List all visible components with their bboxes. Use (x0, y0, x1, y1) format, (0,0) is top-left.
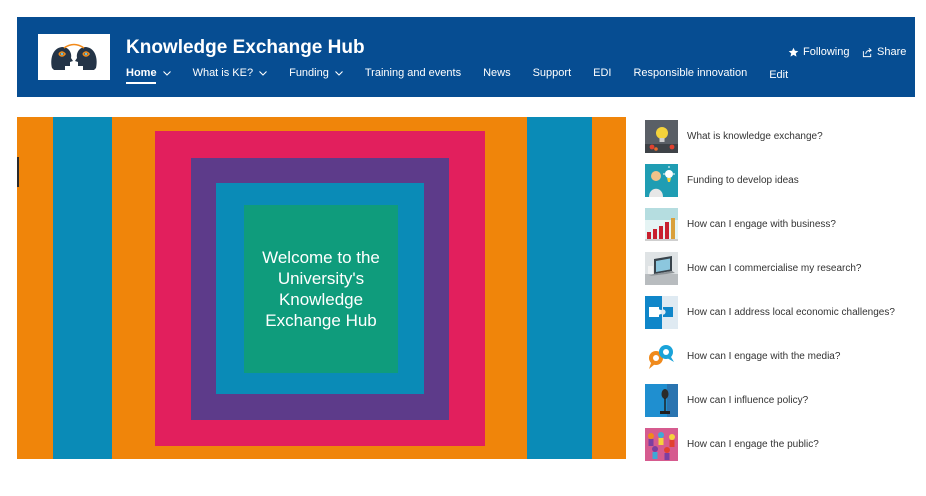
nav-responsible-innovation[interactable]: Responsible innovation (633, 67, 747, 79)
hero-banner[interactable]: Welcome to the University's Knowledge Ex… (17, 117, 626, 459)
nav-news[interactable]: News (483, 67, 511, 79)
share-icon (862, 47, 872, 57)
hero-edge-mark (17, 157, 19, 187)
nav-training-and-events[interactable]: Training and events (365, 67, 461, 79)
nav-funding-label: Funding (289, 67, 329, 79)
hero-welcome-text: Welcome to the University's Knowledge Ex… (262, 248, 380, 330)
nav-what-is-ke-label: What is KE? (192, 67, 254, 79)
crowd-icon (645, 427, 678, 461)
idea-person-icon (645, 163, 678, 197)
nav-what-is-ke[interactable]: What is KE? (193, 67, 268, 79)
quick-link-label: How can I influence policy? (687, 394, 809, 406)
heads-logo-icon (51, 43, 97, 70)
nav-responsible-innovation-label: Responsible innovation (633, 67, 748, 79)
microphone-icon (645, 383, 678, 417)
nav-home[interactable]: Home (126, 67, 171, 84)
following-button[interactable]: Following (788, 46, 849, 58)
quick-link-policy[interactable]: How can I influence policy? (645, 383, 915, 417)
site-logo[interactable] (38, 34, 110, 80)
nav-edi-label: EDI (593, 67, 612, 79)
quick-link-engage-business[interactable]: How can I engage with business? (645, 207, 915, 241)
nav-news-label: News (483, 67, 511, 79)
hero-blue-stripe-right (527, 117, 592, 459)
quick-link-label: How can I engage with the media? (687, 350, 841, 362)
quick-link-label: How can I engage the public? (687, 438, 819, 450)
nav-edi[interactable]: EDI (593, 67, 611, 79)
chevron-down-icon (334, 70, 343, 76)
quick-link-label: What is knowledge exchange? (687, 130, 823, 142)
quick-link-label: How can I commercialise my research? (687, 262, 862, 274)
nav-funding[interactable]: Funding (289, 67, 343, 79)
star-icon (788, 47, 799, 57)
quick-link-label: How can I engage with business? (687, 218, 836, 230)
share-label: Share (877, 46, 907, 58)
top-navigation: Home What is KE? Funding Training and ev… (126, 65, 810, 84)
quick-link-label: How can I address local economic challen… (687, 306, 895, 318)
speech-bubbles-icon (645, 339, 678, 373)
quick-link-media[interactable]: How can I engage with the media? (645, 339, 915, 373)
quick-link-funding[interactable]: Funding to develop ideas (645, 163, 915, 197)
nav-edit-button[interactable]: Edit (769, 69, 788, 81)
chevron-down-icon (162, 70, 171, 76)
share-button[interactable]: Share (862, 46, 906, 58)
quick-link-commercialise[interactable]: How can I commercialise my research? (645, 251, 915, 285)
nav-support[interactable]: Support (533, 67, 572, 79)
nav-support-label: Support (532, 67, 572, 79)
following-label: Following (803, 46, 850, 58)
site-title[interactable]: Knowledge Exchange Hub (126, 37, 365, 59)
quick-link-local-economic[interactable]: How can I address local economic challen… (645, 295, 915, 329)
nav-home-label: Home (126, 67, 157, 79)
nav-edit-label: Edit (769, 69, 789, 81)
laptop-icon (645, 251, 678, 285)
lightbulb-icon (645, 119, 678, 153)
quick-link-label: Funding to develop ideas (687, 174, 799, 186)
hero-blue-stripe-left (53, 117, 112, 459)
chevron-down-icon (259, 70, 267, 76)
bar-chart-icon (645, 207, 678, 241)
quick-link-what-is-ke[interactable]: What is knowledge exchange? (645, 119, 915, 153)
nav-training-label: Training and events (364, 67, 462, 79)
site-header: Knowledge Exchange Hub Home What is KE? … (17, 17, 915, 97)
quick-link-public[interactable]: How can I engage the public? (645, 427, 915, 461)
puzzle-icon (645, 295, 678, 329)
